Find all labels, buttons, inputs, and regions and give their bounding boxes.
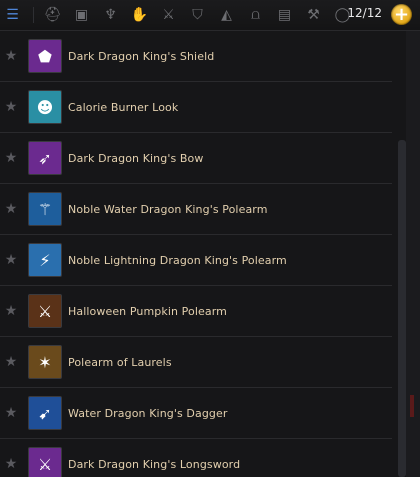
list-item[interactable]: ★ ⚔ Dark Dragon King's Longsword <box>0 439 392 477</box>
item-thumbnail: ⚚ <box>28 192 62 226</box>
scrollbar[interactable] <box>398 140 406 477</box>
item-name: Polearm of Laurels <box>68 355 172 369</box>
helmet-icon[interactable]: ⛑ <box>42 3 63 27</box>
list-item[interactable]: ★ ⬟ Dark Dragon King's Shield <box>0 31 392 82</box>
item-name: Halloween Pumpkin Polearm <box>68 304 227 318</box>
favorite-star-icon[interactable]: ★ <box>0 456 22 472</box>
list-item[interactable]: ★ ⚚ Noble Water Dragon King's Polearm <box>0 184 392 235</box>
item-name: Calorie Burner Look <box>68 100 179 114</box>
add-slot-button[interactable]: + <box>391 4 412 25</box>
item-name: Dark Dragon King's Shield <box>68 49 215 63</box>
favorite-star-icon[interactable]: ★ <box>0 354 22 370</box>
cape-icon[interactable]: ♆ <box>100 3 121 27</box>
menu-icon[interactable]: ☰ <box>2 3 23 27</box>
favorite-star-icon[interactable]: ★ <box>0 99 22 115</box>
item-thumbnail: ⚡ <box>28 243 62 277</box>
favorite-star-icon[interactable]: ★ <box>0 201 22 217</box>
item-name: Noble Lightning Dragon King's Polearm <box>68 253 287 267</box>
favorite-star-icon[interactable]: ★ <box>0 405 22 421</box>
item-name: Dark Dragon King's Bow <box>68 151 204 165</box>
slot-count: 12/12 <box>347 6 382 20</box>
favorite-star-icon[interactable]: ★ <box>0 252 22 268</box>
toolbar-divider <box>33 7 34 23</box>
category-toolbar: ☰ ⛑ ▣ ♆ ✋ ⚔ ⛉ ◭ ⩍ ▤ ⚒ ◯ 12/12 + <box>0 0 420 31</box>
armor-icon[interactable]: ▣ <box>71 3 92 27</box>
pants-icon[interactable]: ⩍ <box>245 3 266 27</box>
favorite-star-icon[interactable]: ★ <box>0 150 22 166</box>
favorite-star-icon[interactable]: ★ <box>0 48 22 64</box>
item-thumbnail: ➶ <box>28 141 62 175</box>
edge-marker <box>410 395 414 417</box>
list-item[interactable]: ★ ⚔ Halloween Pumpkin Polearm <box>0 286 392 337</box>
item-thumbnail: ⚔ <box>28 447 62 477</box>
pouch-icon[interactable]: ◭ <box>216 3 237 27</box>
item-name: Dark Dragon King's Longsword <box>68 457 241 471</box>
shield-icon[interactable]: ⛉ <box>187 3 208 27</box>
list-item[interactable]: ★ ✶ Polearm of Laurels <box>0 337 392 388</box>
item-name: Noble Water Dragon King's Polearm <box>68 202 268 216</box>
belt-icon[interactable]: ▤ <box>274 3 295 27</box>
item-thumbnail: ⚔ <box>28 294 62 328</box>
list-item[interactable]: ★ ☻ Calorie Burner Look <box>0 82 392 133</box>
sword-icon[interactable]: ⚔ <box>158 3 179 27</box>
glove-icon[interactable]: ✋ <box>129 3 150 27</box>
item-thumbnail: ➹ <box>28 396 62 430</box>
list-item[interactable]: ★ ➶ Dark Dragon King's Bow <box>0 133 392 184</box>
item-thumbnail: ⬟ <box>28 39 62 73</box>
item-list: ★ ⬟ Dark Dragon King's Shield ★ ☻ Calori… <box>0 31 398 477</box>
inventory-panel: ☰ ⛑ ▣ ♆ ✋ ⚔ ⛉ ◭ ⩍ ▤ ⚒ ◯ 12/12 + ★ ⬟ Dark… <box>0 0 420 477</box>
list-item[interactable]: ★ ⚡ Noble Lightning Dragon King's Polear… <box>0 235 392 286</box>
item-thumbnail: ☻ <box>28 90 62 124</box>
item-name: Water Dragon King's Dagger <box>68 406 228 420</box>
list-item[interactable]: ★ ➹ Water Dragon King's Dagger <box>0 388 392 439</box>
weapon-icon[interactable]: ⚒ <box>303 3 324 27</box>
favorite-star-icon[interactable]: ★ <box>0 303 22 319</box>
item-thumbnail: ✶ <box>28 345 62 379</box>
